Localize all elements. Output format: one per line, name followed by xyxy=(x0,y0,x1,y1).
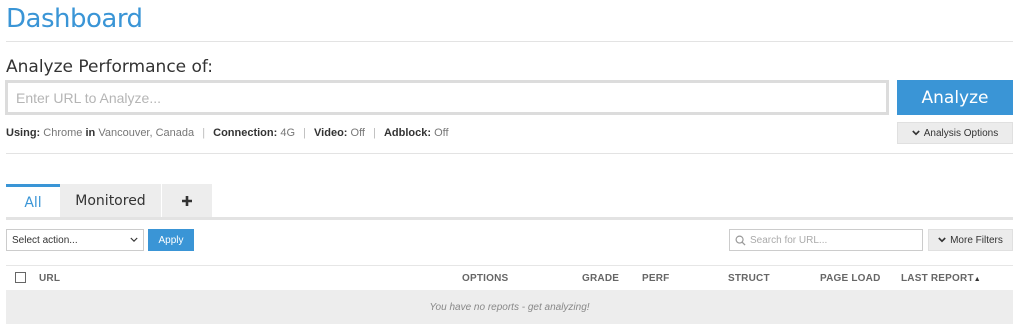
tab-all[interactable]: All xyxy=(6,184,60,218)
analysis-options-button[interactable]: Analysis Options xyxy=(897,122,1013,144)
tabs-underline xyxy=(6,217,1013,220)
search-input[interactable] xyxy=(750,234,910,246)
search-icon xyxy=(735,235,746,246)
page-title: Dashboard xyxy=(6,4,143,34)
report-tabs: All Monitored xyxy=(6,184,212,218)
column-header-options[interactable]: OPTIONS xyxy=(462,273,508,284)
column-header-url[interactable]: URL xyxy=(39,273,60,284)
url-input[interactable] xyxy=(5,80,889,115)
chevron-down-icon xyxy=(938,237,946,243)
divider xyxy=(6,265,1013,266)
select-all-checkbox[interactable] xyxy=(15,272,26,283)
column-header-last-report[interactable]: LAST REPORT▲ xyxy=(901,273,981,284)
column-header-grade[interactable]: GRADE xyxy=(582,273,619,284)
analysis-settings: Using: Chrome in Vancouver, Canada | Con… xyxy=(6,127,449,139)
divider xyxy=(6,41,1013,42)
select-value: Select action... xyxy=(12,234,78,246)
connection-label: Connection: xyxy=(213,127,278,139)
adblock-label: Adblock: xyxy=(383,127,432,139)
more-filters-label: More Filters xyxy=(950,234,1003,246)
plus-icon xyxy=(182,196,192,206)
add-tab-button[interactable] xyxy=(162,184,212,218)
separator: | xyxy=(373,127,376,139)
column-header-last-report-label: LAST REPORT xyxy=(901,273,974,284)
separator: | xyxy=(303,127,306,139)
bulk-action-select[interactable]: Select action... xyxy=(6,229,144,251)
separator: | xyxy=(202,127,206,139)
analyze-button[interactable]: Analyze xyxy=(897,80,1013,115)
column-header-perf[interactable]: PERF xyxy=(642,273,669,284)
sort-ascending-icon: ▲ xyxy=(973,276,981,283)
browser-value: Chrome xyxy=(43,127,83,139)
column-header-struct[interactable]: STRUCT xyxy=(728,273,770,284)
video-value: Off xyxy=(350,127,365,139)
divider xyxy=(6,153,1013,154)
in-label: in xyxy=(85,127,96,139)
analysis-options-label: Analysis Options xyxy=(923,127,999,139)
adblock-value: Off xyxy=(434,127,449,139)
using-label: Using: xyxy=(6,127,41,139)
empty-state-row: You have no reports - get analyzing! xyxy=(6,290,1013,324)
apply-button[interactable]: Apply xyxy=(148,229,194,251)
tab-monitored[interactable]: Monitored xyxy=(60,184,161,218)
connection-value: 4G xyxy=(280,127,296,139)
more-filters-button[interactable]: More Filters xyxy=(928,229,1013,251)
column-header-page-load[interactable]: PAGE LOAD xyxy=(820,273,881,284)
location-value: Vancouver, Canada xyxy=(98,127,195,139)
chevron-down-icon xyxy=(130,237,138,242)
chevron-down-icon xyxy=(911,130,920,136)
video-label: Video: xyxy=(314,127,348,139)
analyze-label: Analyze Performance of: xyxy=(6,57,214,77)
url-search[interactable] xyxy=(729,229,923,251)
